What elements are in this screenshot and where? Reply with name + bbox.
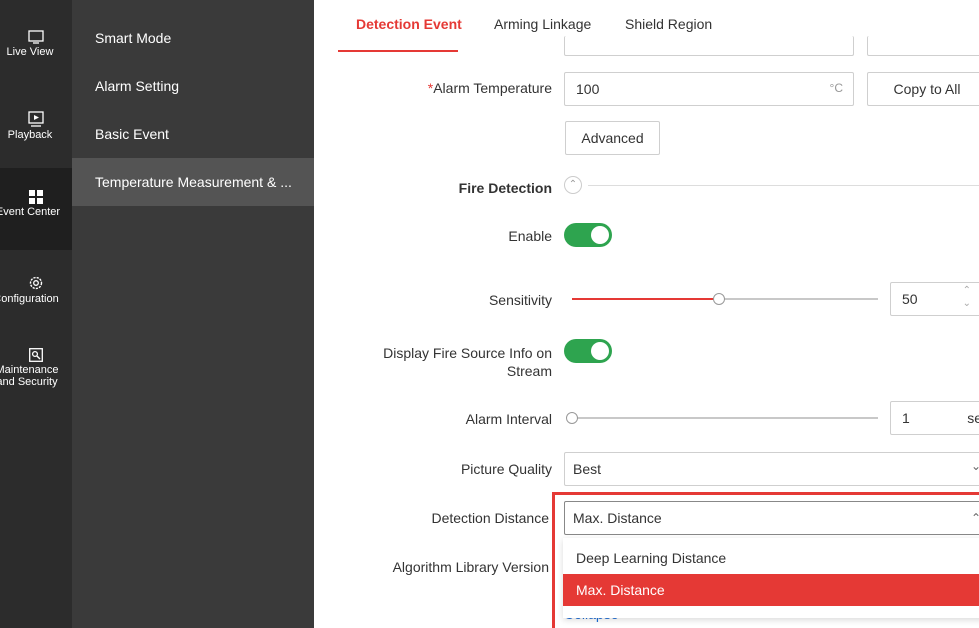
subnav-item-temperature-measurement[interactable]: Temperature Measurement & ... [72,158,314,206]
detection-distance-label-wrap: Detection Distance [314,510,552,530]
enable-label: Enable [508,228,552,244]
rail-item-maintenance[interactable]: Maintenance and Security [0,348,72,388]
detection-distance-value: Max. Distance [573,510,662,526]
copy-to-all-button[interactable]: Copy to All [867,72,979,106]
algorithm-library-label: Algorithm Library Version [392,559,549,575]
unit-label: °C [829,81,843,95]
subnav-item-basic-event[interactable]: Basic Event [72,110,314,158]
alarm-temperature-input[interactable]: 100 °C [564,72,854,106]
picture-quality-value: Best [573,461,602,477]
tab-arming-linkage[interactable]: Arming Linkage [494,16,591,32]
alarm-temperature-label: *Alarm Temperature [428,80,552,96]
alarm-interval-unit: sec [967,410,979,426]
clipped-input-2 [867,36,979,56]
fire-detection-heading: Fire Detection [458,180,552,196]
alarm-temperature-value: 100 [576,81,600,97]
display-fire-line1: Display Fire Source Info on [383,345,552,361]
picture-quality-label: Picture Quality [460,461,552,477]
gear-icon [29,276,43,290]
alarm-interval-value: 1 [902,410,910,426]
display-fire-line2: Stream [506,363,552,379]
stepper-icon[interactable]: ⌃ ⌄ [963,284,971,310]
fire-detection-wrap: Fire Detection [314,180,552,200]
sensitivity-label-wrap: Sensitivity [314,292,552,312]
tab-shield-region[interactable]: Shield Region [625,16,712,32]
subnav-item-smart-mode[interactable]: Smart Mode [72,14,314,62]
alarm-interval-input[interactable]: 1 sec [890,401,979,435]
wrench-icon [29,348,43,362]
clipped-input [564,36,854,56]
rail-label: Event Center [0,206,61,218]
display-fire-toggle[interactable] [564,339,612,363]
enable-label-wrap: Enable [314,228,552,248]
chevron-up-icon: ⌃ [970,511,979,525]
dropdown-option-max-distance[interactable]: Max. Distance [563,574,979,606]
secondary-nav: Smart Mode Alarm Setting Basic Event Tem… [72,0,314,628]
chevron-down-icon: ⌄ [970,459,979,473]
play-icon [28,111,44,127]
rail-label: and Security [0,376,58,388]
toggle-knob [591,226,609,244]
sensitivity-label: Sensitivity [488,292,552,308]
toggle-knob [591,342,609,360]
section-divider [588,185,979,186]
alarm-interval-label: Alarm Interval [465,411,552,427]
rail-label: Live View [6,46,54,58]
sensitivity-slider-handle[interactable] [713,293,725,305]
rail-item-configuration[interactable]: Configuration [0,275,72,305]
tab-detection-event[interactable]: Detection Event [356,16,462,32]
alarm-interval-label-wrap: Alarm Interval [314,411,552,431]
grid-icon [29,190,43,204]
algorithm-label-wrap: Algorithm Library Version [314,559,552,579]
rail-label: Playback [7,129,53,141]
display-fire-label: Display Fire Source Info on Stream [383,344,552,380]
sensitivity-slider-fill [572,298,719,300]
picture-quality-label-wrap: Picture Quality [314,461,552,481]
detection-distance-select[interactable]: Max. Distance ⌃ [564,501,979,535]
collapse-section-icon[interactable]: ⌃ [564,176,582,194]
rail-label: Maintenance [0,364,59,376]
monitor-icon [28,30,44,44]
detection-distance-dropdown: Deep Learning Distance Max. Distance [563,538,979,618]
active-tab-indicator [338,50,458,52]
display-fire-label-wrap: Display Fire Source Info on Stream [314,344,552,384]
rail-label: Configuration [0,293,59,305]
advanced-button[interactable]: Advanced [565,121,660,155]
detection-distance-label: Detection Distance [431,510,549,526]
rail-item-live-view[interactable]: Live View [0,30,72,58]
sensitivity-input[interactable]: 50 ⌃ ⌄ [890,282,979,316]
alarm-interval-slider-track[interactable] [572,417,878,419]
alarm-temperature-text: Alarm Temperature [433,80,552,96]
subnav-item-alarm-setting[interactable]: Alarm Setting [72,62,314,110]
rail-item-event-center[interactable]: Event Center [0,168,72,250]
dropdown-option-deep-learning[interactable]: Deep Learning Distance [563,542,979,574]
alarm-interval-slider-handle[interactable] [566,412,578,424]
rail-item-playback[interactable]: Playback [0,111,72,141]
enable-toggle[interactable] [564,223,612,247]
alarm-temperature-label-wrap: *Alarm Temperature [314,80,552,100]
picture-quality-select[interactable]: Best ⌄ [564,452,979,486]
icon-rail: Live View Playback Event Center Configur… [0,0,72,628]
main-content: Detection Event Arming Linkage Shield Re… [314,0,979,628]
sensitivity-value: 50 [902,291,918,307]
